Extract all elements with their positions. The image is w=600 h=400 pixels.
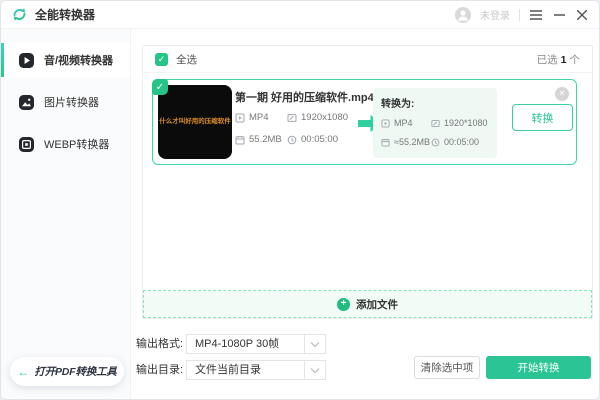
selected-suffix: 个 [569, 53, 581, 66]
output-format-label: 输出格式: [136, 338, 184, 350]
file-list-panel: ✓ 全选 已选 1 个 ✓ 什么才叫好用的压缩软件 第一期 好用的压缩软件.mp4 [142, 45, 593, 319]
source-format: MP4 [235, 112, 287, 123]
output-format-chevron[interactable] [304, 334, 326, 354]
chevron-down-icon [310, 367, 320, 373]
source-resolution: 1920x1080 [287, 112, 348, 123]
selected-counter: 已选 1 个 [537, 52, 580, 67]
clock-icon [287, 135, 297, 144]
storage-icon [235, 135, 245, 144]
convert-button[interactable]: 转换 [512, 104, 573, 131]
app-logo-icon [11, 6, 28, 23]
target-duration: 00:05:00 [431, 137, 489, 147]
video-thumbnail: 什么才叫好用的压缩软件 [158, 85, 232, 159]
output-dir-select[interactable]: 文件当前目录 [186, 360, 305, 380]
selected-prefix: 已选 [536, 53, 558, 66]
sidebar-item-image-converter[interactable]: 图片转换器 [1, 85, 130, 119]
titlebar-divider [519, 8, 520, 21]
sidebar-item-label: WEBP转换器 [44, 139, 110, 151]
start-convert-button[interactable]: 开始转换 [486, 356, 591, 379]
app-title: 全能转换器 [35, 8, 96, 22]
image-icon [18, 94, 35, 111]
add-files-label: 添加文件 [356, 298, 398, 311]
convert-to-label: 转换为: [381, 99, 415, 110]
video-icon [18, 52, 35, 69]
select-all-label: 全选 [176, 53, 197, 66]
open-pdf-tool-button[interactable]: ← 打开PDF转换工具 [10, 357, 124, 386]
screen-icon [431, 119, 440, 127]
add-files-dropzone[interactable]: + 添加文件 [143, 290, 592, 318]
file-card[interactable]: ✓ 什么才叫好用的压缩软件 第一期 好用的压缩软件.mp4 MP4 1920x1… [152, 79, 577, 165]
screen-icon [287, 113, 297, 122]
output-dir-chevron[interactable] [304, 360, 326, 380]
clear-selected-button[interactable]: 清除选中项 [414, 356, 480, 379]
plus-icon: + [337, 297, 350, 311]
sidebar: 音/视频转换器 图片转换器 WEBP转换器 ← 打开PDF转换工具 [1, 29, 131, 399]
play-square-icon [381, 118, 390, 128]
output-format-select[interactable]: MP4-1080P 30帧 [186, 334, 305, 354]
login-status[interactable]: 未登录 [480, 7, 510, 22]
remove-file-icon[interactable]: ✕ [555, 87, 569, 101]
target-format: MP4 [381, 118, 431, 128]
storage-icon [381, 138, 390, 147]
menu-icon[interactable] [529, 8, 543, 22]
list-header: ✓ 全选 已选 1 个 [143, 46, 592, 73]
target-resolution: 1920*1080 [431, 118, 489, 128]
clock-icon [431, 138, 440, 146]
source-size: 55.2MB [235, 134, 287, 145]
file-name: 第一期 好用的压缩软件.mp4 [235, 92, 374, 104]
sidebar-item-webp-converter[interactable]: WEBP转换器 [1, 127, 130, 161]
close-icon[interactable] [575, 8, 589, 22]
webp-icon [18, 136, 35, 153]
select-all-checkbox[interactable]: ✓ [155, 52, 168, 66]
pdf-tool-label: 打开PDF转换工具 [34, 366, 117, 378]
thumbnail-caption: 什么才叫好用的压缩软件 [159, 117, 231, 125]
selected-count: 1 [560, 53, 567, 66]
sidebar-item-label: 图片转换器 [44, 97, 99, 109]
sidebar-item-av-converter[interactable]: 音/视频转换器 [1, 43, 130, 77]
source-file-info: MP4 1920x1080 55.2MB 00:05:00 [235, 112, 348, 145]
left-arrow-icon: ← [17, 364, 30, 379]
target-size: ≈55.2MB [381, 137, 431, 147]
play-square-icon [235, 113, 245, 122]
file-selected-checkbox[interactable]: ✓ [152, 79, 168, 95]
output-dir-label: 输出目录: [136, 364, 184, 376]
user-avatar[interactable] [455, 6, 471, 23]
chevron-down-icon [310, 341, 320, 347]
app-window: 全能转换器 未登录 音/视频转换器 图片转换器 WEBP转换器 ← 打开PDF转… [0, 0, 600, 400]
minimize-icon[interactable] [552, 8, 566, 22]
main-area: ✓ 全选 已选 1 个 ✓ 什么才叫好用的压缩软件 第一期 好用的压缩软件.mp4 [131, 29, 599, 399]
titlebar: 全能转换器 未登录 [1, 1, 599, 29]
sidebar-item-label: 音/视频转换器 [44, 55, 114, 67]
source-duration: 00:05:00 [287, 134, 348, 145]
convert-target-panel: 转换为: MP4 1920*1080 ≈55.2MB 00:05:00 [373, 88, 497, 158]
